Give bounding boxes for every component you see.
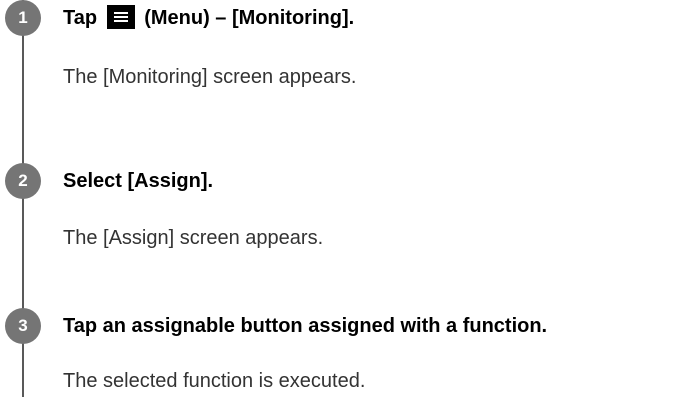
step-number-badge: 1 [5,0,41,36]
step-number-badge: 3 [5,308,41,344]
step-number-badge: 2 [5,163,41,199]
step-title: Select [Assign]. [63,170,214,192]
step-result: The [Monitoring] screen appears. [63,66,357,88]
step-title-text: Tap [63,7,98,29]
step-result: The [Assign] screen appears. [63,227,324,249]
step-title: Tap an assignable button assigned with a… [63,315,548,337]
step-result: The selected function is executed. [63,370,366,392]
step-title-text: (Menu) – [Monitoring]. [144,7,355,29]
step-title: Tap (Menu) – [Monitoring]. [63,5,355,30]
menu-icon [106,5,135,30]
